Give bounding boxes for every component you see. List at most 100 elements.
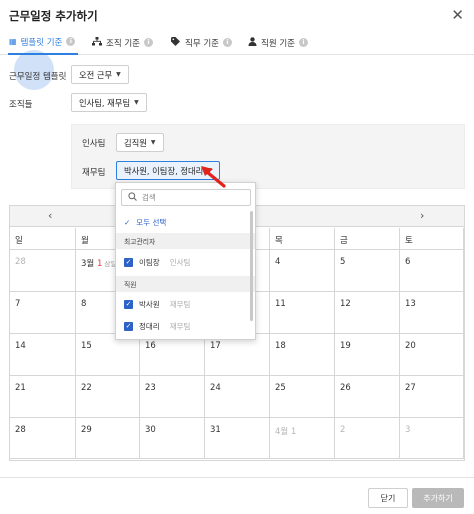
- member-option[interactable]: ✓ 박사원 재무팀: [116, 295, 255, 313]
- member-dropdown: ✓ 모두 선택 최고관리자 ✓ 이팀장 인사팀 직원 ✓ 박사원 재무팀 ✓ 정…: [115, 182, 256, 340]
- select-all-label: 모두 선택: [136, 217, 167, 227]
- day-number: 19: [340, 341, 351, 351]
- day-number: 4월 1: [275, 427, 297, 437]
- template-select[interactable]: 오전 근무 ▼: [71, 65, 129, 84]
- member-name: 박사원: [139, 299, 160, 309]
- dialog-footer: 닫기 추가하기: [0, 477, 474, 514]
- template-label: 근무일정 템플릿: [9, 72, 67, 82]
- group-header: 직원: [116, 276, 255, 292]
- day-number: 11: [275, 299, 286, 309]
- check-icon: ✓: [124, 217, 131, 227]
- calendar-day-cell[interactable]: 24: [205, 376, 270, 418]
- calendar-day-cell[interactable]: 2: [335, 418, 400, 459]
- calendar-day-cell[interactable]: 26: [335, 376, 400, 418]
- day-number: 3: [405, 425, 411, 435]
- calendar-day-cell[interactable]: 28: [10, 418, 76, 459]
- day-number: 18: [275, 341, 286, 351]
- calendar-day-cell[interactable]: 25: [270, 376, 335, 418]
- member-search: [121, 189, 251, 206]
- checkbox-checked-icon: ✓: [124, 257, 133, 267]
- day-number: 30: [145, 425, 156, 435]
- close-button[interactable]: 닫기: [368, 488, 408, 508]
- day-number: 15: [81, 341, 92, 351]
- calendar-day-cell[interactable]: 30: [140, 418, 205, 459]
- day-number: 7: [15, 299, 21, 309]
- calendar-day-cell[interactable]: 18: [270, 334, 335, 376]
- calendar-day-cell[interactable]: 15: [76, 334, 140, 376]
- day-number: 23: [145, 383, 156, 393]
- calendar-day-cell[interactable]: 16: [140, 334, 205, 376]
- calendar-day-cell[interactable]: 17: [205, 334, 270, 376]
- day-number: 16: [145, 341, 156, 351]
- tab-employee-label: 직원 기준: [261, 38, 295, 49]
- org-select-value: 인사팀, 재무팀: [79, 97, 131, 108]
- template-select-value: 오전 근무: [79, 69, 113, 80]
- calendar-day-cell[interactable]: 7: [10, 292, 76, 334]
- group-header: 최고관리자: [116, 233, 255, 249]
- calendar-day-cell[interactable]: 13: [400, 292, 464, 334]
- dropdown-scrollbar[interactable]: [250, 211, 253, 321]
- info-icon[interactable]: i: [66, 37, 76, 46]
- calendar-day-cell[interactable]: 6: [400, 250, 464, 292]
- day-number: 6: [405, 257, 411, 267]
- org-select[interactable]: 인사팀, 재무팀 ▼: [71, 93, 147, 112]
- calendar-day-cell[interactable]: 21: [10, 376, 76, 418]
- day-number: 29: [81, 425, 92, 435]
- calendar-day-cell[interactable]: 14: [10, 334, 76, 376]
- weekday-header: 일: [10, 228, 76, 250]
- day-number: 3월 1: [81, 259, 103, 269]
- calendar-day-cell[interactable]: 4: [270, 250, 335, 292]
- tab-employee[interactable]: 직원 기준 i: [248, 30, 308, 55]
- day-number: 4: [275, 257, 281, 267]
- select-all-option[interactable]: ✓ 모두 선택: [116, 213, 255, 231]
- caret-down-icon: ▼: [134, 99, 139, 106]
- prev-month-button[interactable]: ‹: [48, 209, 52, 222]
- tab-job[interactable]: 직무 기준 i: [171, 30, 232, 55]
- team-select-hr[interactable]: 김직원 ▼: [116, 133, 164, 152]
- day-number: 31: [210, 425, 221, 435]
- day-number: 27: [405, 383, 416, 393]
- org-chart-icon: [92, 36, 102, 49]
- annotation-arrow-icon: [201, 166, 226, 188]
- calendar-day-cell[interactable]: 5: [335, 250, 400, 292]
- tab-template[interactable]: ▦ 템플릿 기준 i: [8, 30, 78, 55]
- day-number: 14: [15, 341, 26, 351]
- next-month-button[interactable]: ›: [420, 209, 424, 222]
- calendar-day-cell[interactable]: 3: [400, 418, 464, 459]
- checkbox-checked-icon: ✓: [124, 299, 133, 309]
- calendar-day-cell[interactable]: 4월 1: [270, 418, 335, 459]
- member-search-input[interactable]: [142, 193, 242, 202]
- calendar-day-cell[interactable]: 28: [10, 250, 76, 292]
- member-option[interactable]: ✓ 정대리 재무팀: [116, 317, 255, 335]
- member-option[interactable]: ✓ 이팀장 인사팀: [116, 253, 255, 271]
- day-number: 17: [210, 341, 221, 351]
- calendar-day-cell[interactable]: 19: [335, 334, 400, 376]
- calendar-day-cell[interactable]: 12: [335, 292, 400, 334]
- info-icon[interactable]: i: [222, 38, 232, 47]
- add-button[interactable]: 추가하기: [412, 488, 464, 508]
- member-name: 이팀장: [139, 257, 160, 267]
- tab-bar: ▦ 템플릿 기준 i 조직 기준 i 직무 기준 i 직원 기준 i: [0, 30, 474, 90]
- calendar-day-cell[interactable]: 20: [400, 334, 464, 376]
- calendar-day-cell[interactable]: 27: [400, 376, 464, 418]
- calendar-day-cell[interactable]: 29: [76, 418, 140, 459]
- calendar-day-cell[interactable]: 31: [205, 418, 270, 459]
- calendar-day-cell[interactable]: 22: [76, 376, 140, 418]
- day-number: 8: [81, 299, 87, 309]
- tab-organization[interactable]: 조직 기준 i: [92, 30, 153, 55]
- calendar-day-cell[interactable]: 23: [140, 376, 205, 418]
- day-number: 20: [405, 341, 416, 351]
- checkbox-checked-icon: ✓: [124, 321, 133, 331]
- info-icon[interactable]: i: [143, 38, 153, 47]
- close-icon[interactable]: ✕: [451, 6, 464, 24]
- calendar-day-cell[interactable]: 11: [270, 292, 335, 334]
- team-select-finance-value: 박사원, 이팀장, 정대리: [124, 165, 204, 176]
- info-icon[interactable]: i: [298, 38, 308, 47]
- team-select-hr-value: 김직원: [124, 137, 147, 148]
- caret-down-icon: ▼: [116, 71, 121, 78]
- day-number: 13: [405, 299, 416, 309]
- tab-template-label: 템플릿 기준: [20, 37, 63, 48]
- member-team: 인사팀: [169, 257, 191, 267]
- day-number: 28: [15, 425, 26, 435]
- team-label-finance: 재무팀: [82, 168, 106, 178]
